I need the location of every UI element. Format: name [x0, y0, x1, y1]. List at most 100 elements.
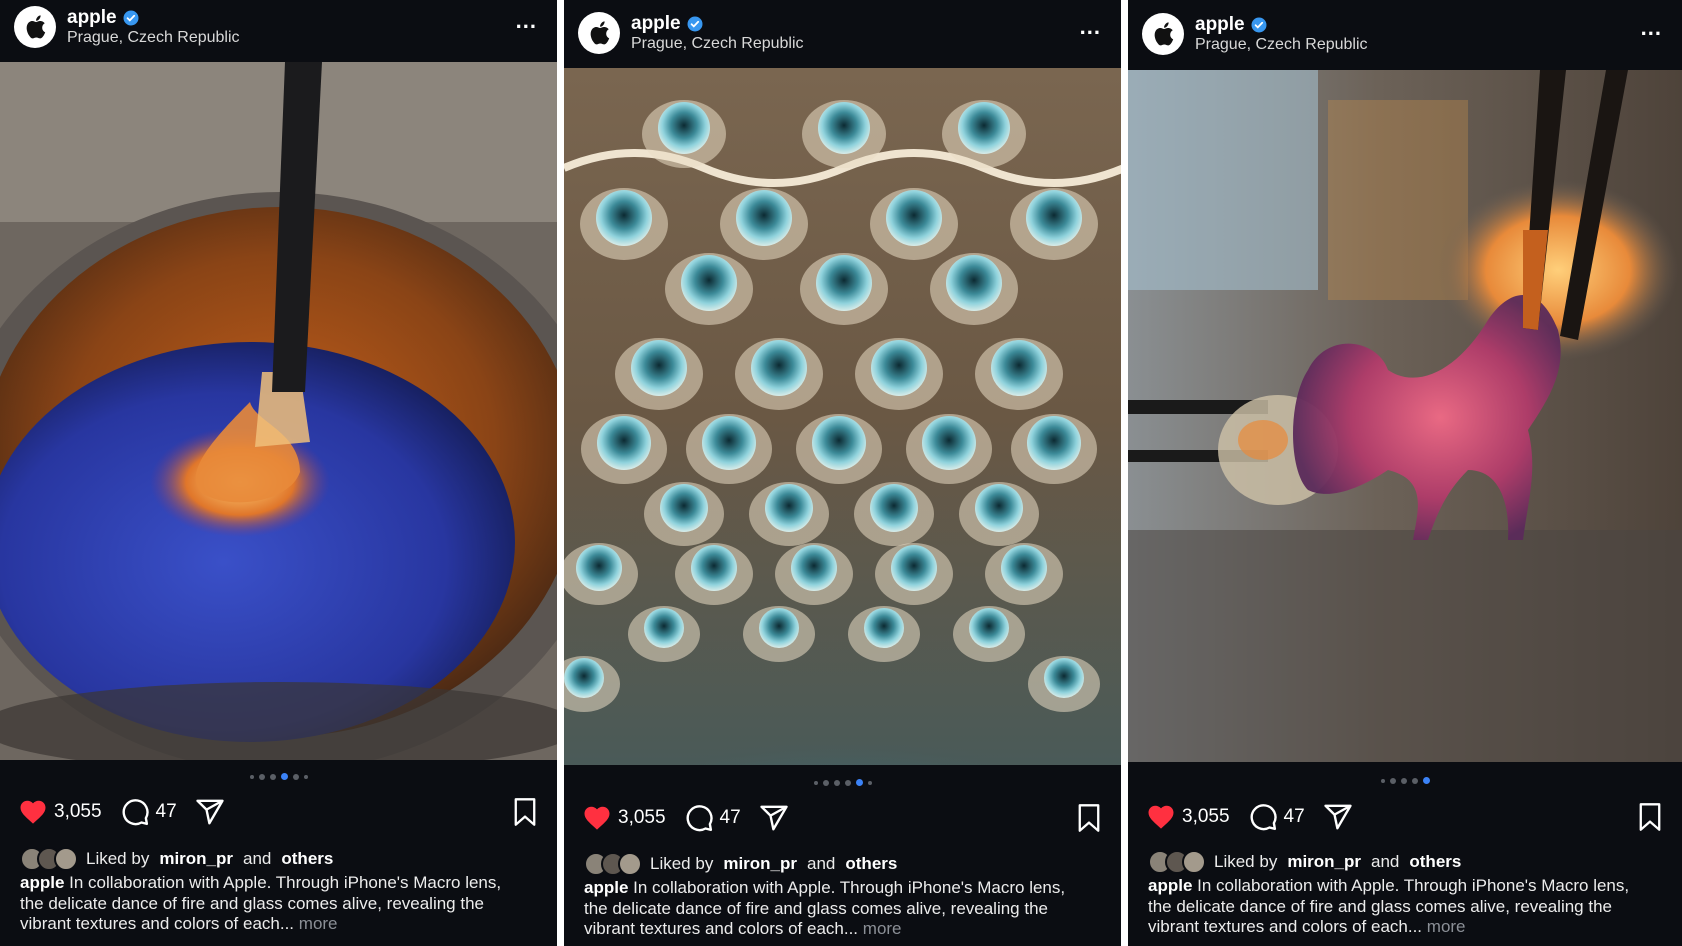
textured-glass-photo	[564, 68, 1121, 765]
avatar[interactable]	[14, 6, 56, 48]
share-button[interactable]	[1323, 802, 1353, 832]
username-text[interactable]: apple	[67, 7, 117, 29]
more-options-icon[interactable]: ...	[1641, 15, 1662, 41]
location[interactable]: Prague, Czech Republic	[1195, 36, 1368, 54]
glass-bubble	[958, 102, 1010, 154]
post-image[interactable]	[0, 62, 557, 760]
location[interactable]: Prague, Czech Republic	[67, 29, 240, 47]
liked-by-others-link[interactable]: others	[1409, 852, 1461, 872]
liked-by-others-link[interactable]: others	[845, 854, 897, 874]
more-options-icon[interactable]: ...	[1080, 14, 1101, 40]
comment-button[interactable]: 47	[684, 803, 741, 833]
like-button[interactable]: 3,055	[18, 797, 102, 827]
glass-bubble	[871, 340, 927, 396]
carousel-dot	[269, 773, 276, 780]
glass-bubble	[886, 190, 942, 246]
save-button[interactable]	[511, 797, 539, 832]
like-button[interactable]: 3,055	[582, 803, 666, 833]
carousel-dot	[1380, 778, 1385, 783]
caption-username[interactable]: apple	[1148, 876, 1192, 895]
share-button[interactable]	[195, 797, 225, 827]
glass-bubble	[564, 658, 604, 698]
like-count[interactable]: 3,055	[618, 807, 666, 829]
save-button[interactable]	[1075, 803, 1103, 838]
glass-bubble	[1001, 545, 1047, 591]
verified-badge-icon	[687, 16, 703, 32]
instagram-post-1: apple Prague, Czech Republic ... 3,055 4…	[0, 0, 557, 946]
liked-by-label: Liked by	[1214, 852, 1278, 871]
liked-by-and: and	[807, 854, 836, 873]
like-button[interactable]: 3,055	[1146, 802, 1230, 832]
bookmark-icon	[1078, 804, 1100, 832]
more-options-icon[interactable]: ...	[516, 8, 537, 34]
glass-bubble	[1044, 658, 1084, 698]
glassblowing-photo	[0, 62, 557, 760]
glass-bubble	[791, 545, 837, 591]
comment-count[interactable]: 47	[156, 801, 177, 823]
carousel-dot	[292, 773, 299, 780]
comment-count[interactable]: 47	[1284, 806, 1305, 828]
glass-bubble	[891, 545, 937, 591]
instagram-post-3: apple Prague, Czech Republic ... 3,055 4…	[1128, 0, 1682, 946]
liked-by-row: Liked by miron_pr and others	[1148, 850, 1668, 874]
comment-count[interactable]: 47	[720, 807, 741, 829]
liker-avatars[interactable]	[1148, 850, 1206, 874]
carousel-dot	[303, 774, 308, 779]
carousel-indicator	[1128, 777, 1682, 784]
save-button[interactable]	[1636, 802, 1664, 837]
liked-by-label: Liked by	[86, 849, 150, 868]
liked-by-others-link[interactable]: others	[281, 849, 333, 869]
glass-bubble	[816, 255, 872, 311]
instagram-post-2: apple Prague, Czech Republic ... 3,055 4…	[564, 0, 1121, 946]
like-count[interactable]: 3,055	[54, 801, 102, 823]
avatar[interactable]	[1142, 13, 1184, 55]
comment-button[interactable]: 47	[1248, 802, 1305, 832]
caption-username[interactable]: apple	[20, 873, 64, 892]
username[interactable]: apple	[631, 13, 703, 35]
avatar[interactable]	[578, 12, 620, 54]
share-button[interactable]	[759, 803, 789, 833]
action-bar: 3,055 47	[18, 794, 539, 830]
comment-icon	[686, 805, 713, 832]
glass-bubble	[597, 416, 651, 470]
glass-bubble	[870, 484, 918, 532]
bookmark-icon	[1639, 803, 1661, 831]
username[interactable]: apple	[67, 7, 139, 29]
share-icon	[196, 799, 224, 825]
post-image[interactable]	[1128, 70, 1682, 762]
liker-avatar	[1182, 850, 1206, 874]
username[interactable]: apple	[1195, 14, 1267, 36]
glass-bubble	[658, 102, 710, 154]
liked-by-user-link[interactable]: miron_pr	[723, 854, 797, 874]
post-image[interactable]	[564, 68, 1121, 765]
share-icon	[760, 805, 788, 831]
verified-badge-icon	[123, 10, 139, 26]
glass-bubble	[975, 484, 1023, 532]
carousel-dot	[833, 779, 840, 786]
carousel-dot	[1411, 777, 1418, 784]
location[interactable]: Prague, Czech Republic	[631, 35, 804, 53]
glass-bubble	[946, 255, 1002, 311]
heart-icon	[1148, 805, 1174, 829]
username-text[interactable]: apple	[631, 13, 681, 35]
action-bar: 3,055 47	[582, 800, 1103, 836]
apple-logo-icon	[1154, 22, 1174, 46]
comment-button[interactable]: 47	[120, 797, 177, 827]
carousel-dot	[258, 773, 265, 780]
caption-username[interactable]: apple	[584, 878, 628, 897]
caption-more-link[interactable]: more	[299, 914, 338, 933]
glass-bubble	[631, 340, 687, 396]
liked-by-user-link[interactable]: miron_pr	[159, 849, 233, 869]
liked-by-and: and	[243, 849, 272, 868]
liked-by-user-link[interactable]: miron_pr	[1287, 852, 1361, 872]
caption-more-link[interactable]: more	[863, 919, 902, 938]
bookmark-icon	[514, 798, 536, 826]
liker-avatars[interactable]	[584, 852, 642, 876]
username-text[interactable]: apple	[1195, 14, 1245, 36]
liker-avatars[interactable]	[20, 847, 78, 871]
heart-icon	[20, 800, 46, 824]
caption-more-link[interactable]: more	[1427, 917, 1466, 936]
glass-bubble	[736, 190, 792, 246]
carousel-dot	[844, 779, 851, 786]
like-count[interactable]: 3,055	[1182, 806, 1230, 828]
